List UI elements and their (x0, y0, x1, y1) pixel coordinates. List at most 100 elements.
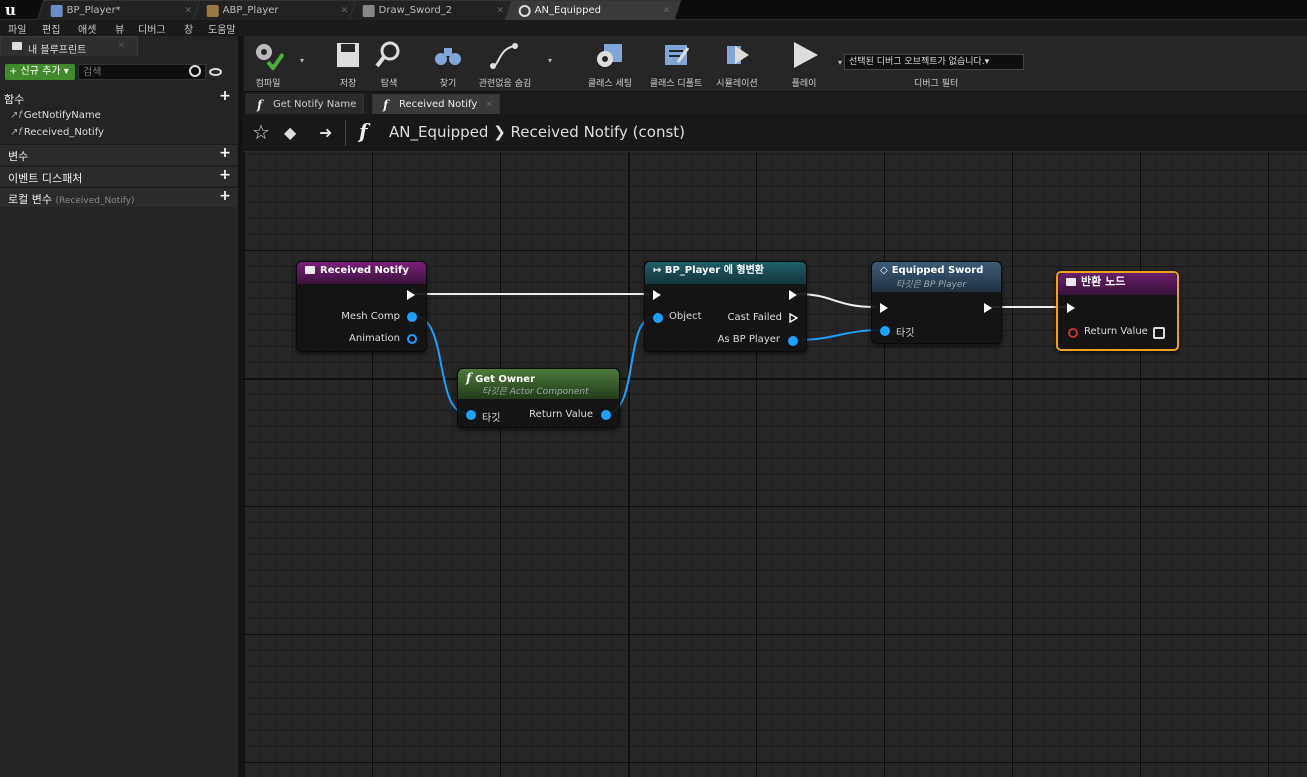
local-variables-section[interactable]: 로컬 변수 (Received_Notify) + (0, 187, 238, 207)
menu-file[interactable]: 파일 (8, 21, 26, 36)
return-value-pin[interactable] (601, 410, 611, 420)
chevron-down-icon[interactable]: ▾ (838, 58, 842, 67)
doc-tab-abp-player[interactable]: ABP_Player ✕ (192, 0, 360, 21)
save-button[interactable]: 저장 (328, 36, 368, 92)
menu-edit[interactable]: 편집 (42, 21, 60, 36)
object-pin[interactable] (653, 313, 663, 323)
toolbar: 컴파일 ▾ 저장 탐색 찾기 관련없음 숨김 ▾ 클래스 세팅 클래스 디폴트 (244, 36, 1307, 92)
exec-in-pin[interactable] (1067, 303, 1075, 313)
doc-tab-draw-sword[interactable]: Draw_Sword_2 ✕ (348, 0, 516, 21)
function-entry-icon (305, 266, 315, 274)
montage-icon (362, 5, 375, 17)
menu-debug[interactable]: 디버그 (138, 21, 166, 36)
exec-out-pin[interactable] (407, 290, 415, 300)
node-header[interactable]: Received Notify (297, 262, 426, 284)
event-dispatchers-section[interactable]: 이벤트 디스패처 + (0, 166, 238, 186)
exec-in-pin[interactable] (880, 303, 888, 313)
add-variable-icon[interactable]: + (219, 146, 231, 160)
function-item-getnotifyname[interactable]: ↗f GetNotifyName (10, 110, 101, 121)
node-return[interactable]: 반환 노드 Return Value (1056, 271, 1179, 351)
node-equipped-sword[interactable]: ◇ Equipped Sword 타깃은 BP Player 타깃 (871, 261, 1002, 344)
return-value-pin[interactable] (1068, 328, 1078, 338)
breadcrumb: ☆ ◆ ➜ f AN_Equipped ❯ Received Notify (c… (244, 114, 1307, 152)
chevron-down-icon[interactable]: ▾ (300, 56, 304, 65)
doc-tab-an-equipped[interactable]: AN_Equipped ✕ (504, 0, 682, 21)
debug-object-select[interactable]: 선택된 디버그 오브젝트가 없습니다.▾ (844, 54, 1024, 70)
object-wire[interactable] (796, 329, 882, 341)
exec-out-pin[interactable] (789, 290, 797, 300)
anim-blueprint-icon (206, 5, 219, 17)
node-cast-to-bp-player[interactable]: ↦ BP_Player 에 형변환 Object Cast Failed As … (644, 261, 807, 352)
close-icon[interactable]: ✕ (117, 41, 125, 51)
magnifier-icon (375, 41, 400, 68)
hide-unrelated-icon (490, 43, 518, 69)
variables-section[interactable]: 변수 + (0, 144, 238, 164)
compile-button[interactable]: 컴파일 ▾ (246, 36, 304, 92)
simulation-button[interactable]: 시뮬레이션 (708, 36, 766, 92)
my-blueprint-panel: 내 블루프린트 ✕ + 신규 추가 ▾ 함수 + ↗fGetNotifyName… (0, 36, 241, 777)
close-icon[interactable]: ✕ (185, 1, 193, 21)
target-pin[interactable] (880, 326, 890, 336)
hide-unrelated-button[interactable]: 관련없음 숨김 ▾ (474, 36, 552, 92)
function-icon: f (383, 98, 389, 112)
as-bp-player-pin[interactable] (788, 336, 798, 346)
menu-window[interactable]: 창 (184, 21, 193, 36)
forward-arrow-icon[interactable]: ➜ (319, 123, 332, 142)
unreal-logo-icon: u (5, 1, 16, 19)
mesh-comp-pin[interactable] (407, 312, 417, 322)
function-icon: f (359, 119, 368, 143)
play-button[interactable]: 플레이 (784, 36, 824, 92)
simulation-icon (727, 46, 749, 64)
menu-help[interactable]: 도움말 (208, 21, 236, 36)
menu-bar: 파일 편집 애셋 뷰 디버그 창 도움말 (0, 20, 1307, 36)
animation-pin[interactable] (407, 334, 417, 344)
class-defaults-button[interactable]: 클래스 디폴트 (646, 36, 706, 92)
tab-received-notify[interactable]: f Received Notify ✕ (372, 94, 500, 114)
class-defaults-icon (665, 45, 690, 65)
back-arrow-icon[interactable]: ◆ (284, 123, 296, 142)
compile-icon (256, 44, 284, 70)
node-get-owner[interactable]: f Get Owner 타깃은 Actor Component 타깃 Return… (457, 368, 620, 428)
chevron-down-icon[interactable]: ▾ (548, 56, 552, 65)
functions-section[interactable]: 함수 + (0, 88, 238, 108)
close-icon[interactable]: ✕ (349, 95, 357, 115)
target-pin[interactable] (466, 410, 476, 420)
add-function-icon[interactable]: + (219, 89, 231, 103)
node-header[interactable]: ↦ BP_Player 에 형변환 (645, 262, 806, 284)
doc-tab-bp-player[interactable]: BP_Player* ✕ (36, 0, 204, 21)
anim-notify-icon (518, 5, 531, 17)
exec-out-pin[interactable] (984, 303, 992, 313)
eye-icon[interactable] (209, 68, 222, 76)
find-button[interactable]: 찾기 (428, 36, 468, 92)
function-item-received-notify[interactable]: ↗f Received_Notify (10, 127, 104, 138)
exec-wire[interactable] (796, 293, 877, 308)
search-input[interactable] (78, 64, 206, 80)
cast-failed-exec-pin[interactable] (789, 313, 799, 323)
node-received-notify[interactable]: Received Notify Mesh Comp Animation (296, 261, 427, 352)
add-dispatcher-icon[interactable]: + (219, 168, 231, 182)
tab-get-notify-name[interactable]: f Get Notify Name ✕ (246, 94, 364, 114)
close-icon[interactable]: ✕ (485, 95, 493, 115)
close-icon[interactable]: ✕ (663, 1, 671, 21)
breadcrumb-path: AN_Equipped ❯ Received Notify (const) (389, 123, 686, 141)
add-new-button[interactable]: + 신규 추가 ▾ (5, 64, 75, 80)
return-value-checkbox[interactable] (1153, 327, 1165, 339)
menu-asset[interactable]: 애셋 (78, 21, 96, 36)
favorite-star-icon[interactable]: ☆ (252, 120, 270, 144)
graph-canvas[interactable]: Received Notify Mesh Comp Animation f Get… (244, 152, 1307, 777)
my-blueprint-tab[interactable]: 내 블루프린트 ✕ (0, 36, 138, 56)
add-local-variable-icon[interactable]: + (219, 189, 231, 203)
browse-button[interactable]: 탐색 (369, 36, 409, 92)
play-icon (794, 42, 818, 68)
menu-view[interactable]: 뷰 (115, 21, 124, 36)
search-icon[interactable] (189, 65, 201, 77)
variable-get-icon: ◇ (880, 265, 888, 276)
close-icon[interactable]: ✕ (341, 1, 349, 21)
function-icon: f (466, 371, 472, 385)
function-icon: ↗f (10, 110, 22, 121)
function-icon: f (257, 98, 263, 112)
exec-in-pin[interactable] (653, 290, 661, 300)
node-header[interactable]: 반환 노드 (1058, 273, 1177, 295)
close-icon[interactable]: ✕ (497, 1, 505, 21)
class-settings-button[interactable]: 클래스 세팅 (584, 36, 636, 92)
